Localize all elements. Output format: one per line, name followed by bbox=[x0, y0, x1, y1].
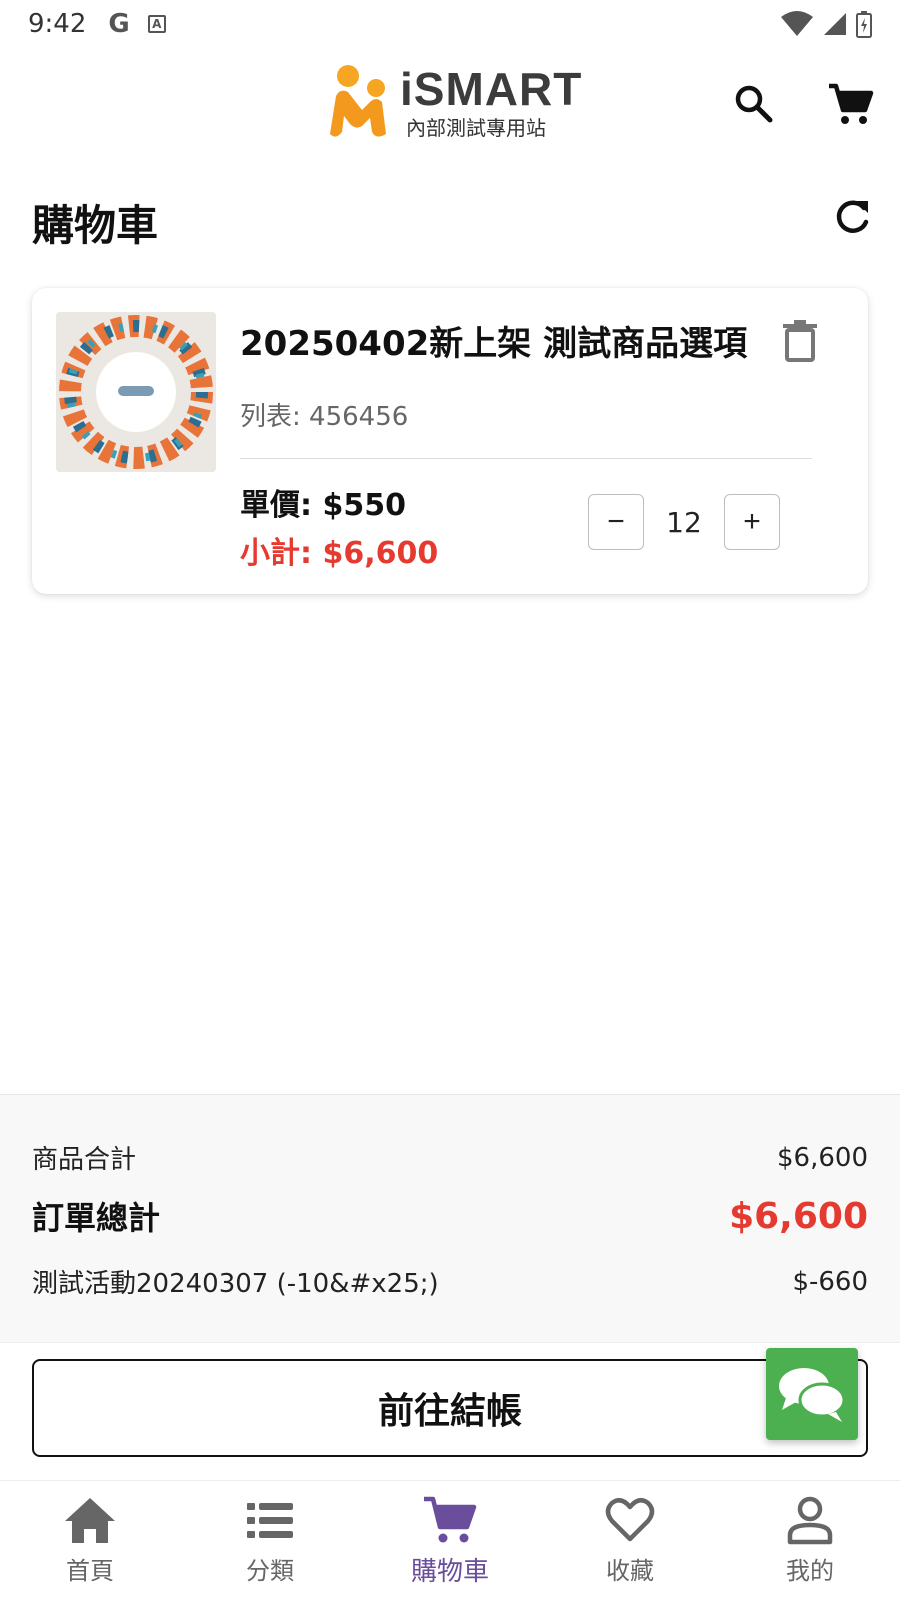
card-divider bbox=[240, 458, 812, 459]
nav-item-favorites[interactable]: 收藏 bbox=[540, 1481, 720, 1600]
cart-icon bbox=[424, 1496, 477, 1543]
signal-icon bbox=[824, 13, 846, 35]
item-subtotal: 小計: $6,600 bbox=[240, 536, 439, 571]
discount-value: $-660 bbox=[792, 1266, 868, 1297]
search-button[interactable] bbox=[732, 82, 776, 126]
app-header: iSMART 內部測試專用站 bbox=[0, 48, 900, 158]
nav-item-cart[interactable]: 購物車 bbox=[360, 1481, 540, 1600]
ismart-logo[interactable]: iSMART 內部測試專用站 bbox=[326, 62, 581, 142]
nav-label-categories: 分類 bbox=[246, 1557, 294, 1585]
checkout-button[interactable]: 前往結帳 bbox=[32, 1359, 868, 1457]
cart-button[interactable] bbox=[826, 80, 874, 128]
battery-icon bbox=[856, 11, 872, 38]
heart-icon bbox=[605, 1498, 655, 1542]
bottom-navigation: 首頁 分類 購物車 收藏 我的 bbox=[0, 1480, 900, 1600]
product-image[interactable] bbox=[56, 312, 216, 472]
quantity-decrease-button[interactable]: − bbox=[588, 494, 644, 550]
order-total-row: 訂單總計 $6,600 bbox=[32, 1193, 868, 1239]
nav-item-profile[interactable]: 我的 bbox=[720, 1481, 900, 1600]
unit-price: 單價: $550 bbox=[240, 488, 406, 523]
refresh-icon bbox=[836, 200, 869, 233]
order-total-value: $6,600 bbox=[729, 1195, 868, 1237]
trash-icon bbox=[783, 320, 817, 362]
status-time: 9:42 bbox=[28, 9, 87, 39]
wifi-icon bbox=[781, 11, 813, 36]
quantity-increase-button[interactable]: + bbox=[724, 494, 780, 550]
logo-mark-icon bbox=[330, 65, 386, 137]
page-title: 購物車 bbox=[32, 201, 159, 250]
home-icon bbox=[65, 1498, 115, 1543]
items-total-label: 商品合計 bbox=[32, 1145, 137, 1175]
status-bar: 9:42 G A bbox=[0, 0, 900, 48]
nav-item-categories[interactable]: 分類 bbox=[180, 1481, 360, 1600]
product-name[interactable]: 20250402新上架 測試商品選項 bbox=[240, 316, 780, 365]
accessibility-a-icon: A bbox=[147, 15, 166, 33]
items-total-value: $6,600 bbox=[777, 1142, 868, 1173]
cart-item-card: 20250402新上架 測試商品選項 列表: 456456 單價: $550 小… bbox=[32, 288, 868, 594]
nav-label-favorites: 收藏 bbox=[606, 1557, 654, 1585]
discount-row: 測試活動20240307 (-10&#x25;) $-660 bbox=[32, 1263, 868, 1300]
nav-label-home: 首頁 bbox=[66, 1557, 114, 1585]
quantity-value[interactable]: 12 bbox=[646, 498, 722, 548]
search-icon bbox=[735, 85, 773, 123]
product-variant: 列表: 456456 bbox=[240, 402, 409, 432]
nav-item-home[interactable]: 首頁 bbox=[0, 1481, 180, 1600]
status-left-icons: G A bbox=[108, 9, 166, 39]
order-total-label: 訂單總計 bbox=[32, 1199, 161, 1237]
chat-bubbles-icon bbox=[779, 1368, 846, 1422]
status-right-icons bbox=[780, 10, 872, 38]
logo-subtitle: 內部測試專用站 bbox=[406, 116, 546, 140]
person-icon bbox=[787, 1496, 833, 1545]
order-summary: 商品合計 $6,600 訂單總計 $6,600 測試活動20240307 (-1… bbox=[0, 1094, 900, 1342]
google-g-icon: G bbox=[108, 9, 130, 39]
discount-label: 測試活動20240307 (-10&#x25;) bbox=[32, 1269, 439, 1299]
refresh-button[interactable] bbox=[830, 196, 874, 240]
product-image-graphic bbox=[56, 312, 216, 472]
checkout-area: 前往結帳 bbox=[0, 1342, 900, 1480]
cart-icon bbox=[829, 83, 874, 124]
nav-label-profile: 我的 bbox=[786, 1557, 834, 1585]
nav-label-cart: 購物車 bbox=[410, 1557, 489, 1587]
chat-button[interactable] bbox=[766, 1348, 858, 1440]
list-icon bbox=[247, 1503, 293, 1538]
delete-item-button[interactable] bbox=[780, 318, 820, 362]
items-total-row: 商品合計 $6,600 bbox=[32, 1139, 868, 1176]
logo-text: iSMART bbox=[400, 63, 583, 115]
